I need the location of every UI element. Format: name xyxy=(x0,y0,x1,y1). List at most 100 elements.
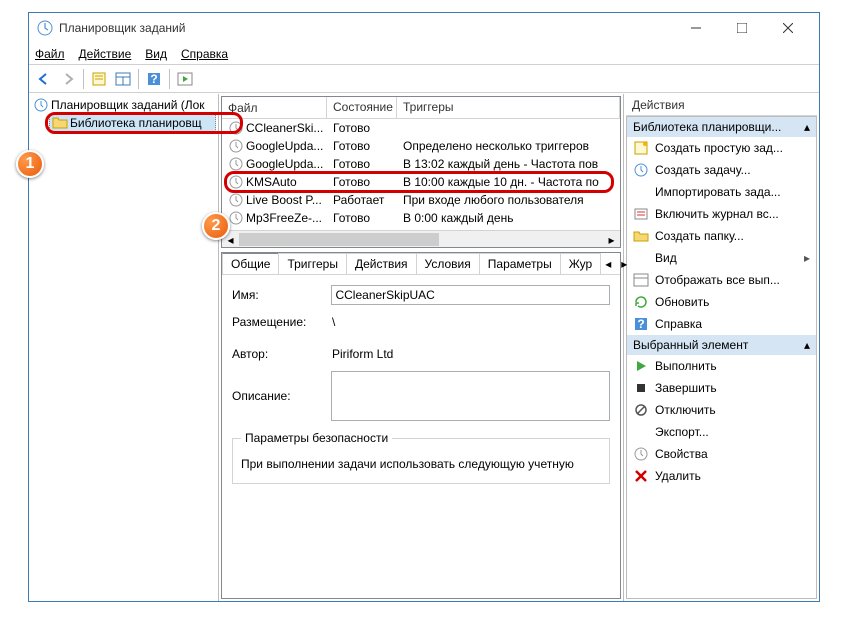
col-state[interactable]: Состояние xyxy=(327,97,397,119)
disable-icon xyxy=(633,402,649,418)
svg-text:?: ? xyxy=(150,72,157,86)
maximize-button[interactable] xyxy=(719,13,765,43)
name-field[interactable] xyxy=(331,285,610,305)
details-panel: Общие Триггеры Действия Условия Параметр… xyxy=(221,252,621,599)
history-icon xyxy=(633,206,649,222)
action-enable-history[interactable]: Включить журнал вс... xyxy=(627,203,816,225)
tree-panel: Планировщик заданий (Лок Библиотека план… xyxy=(29,94,219,601)
actions-panel: Действия Библиотека планировщи... ▴ Созд… xyxy=(624,94,819,601)
tab-journal[interactable]: Жур xyxy=(560,253,601,274)
tab-triggers[interactable]: Триггеры xyxy=(278,253,347,274)
action-create-task[interactable]: Создать задачу... xyxy=(627,159,816,181)
author-label: Автор: xyxy=(232,347,332,361)
action-run[interactable]: Выполнить xyxy=(627,355,816,377)
content: Планировщик заданий (Лок Библиотека план… xyxy=(29,93,819,601)
help-button[interactable]: ? xyxy=(143,68,165,90)
action-refresh[interactable]: Обновить xyxy=(627,291,816,313)
security-text: При выполнении задачи использовать следу… xyxy=(241,453,601,475)
delete-icon xyxy=(633,468,649,484)
tree-root[interactable]: Планировщик заданий (Лок xyxy=(31,96,216,114)
actions-group-library[interactable]: Библиотека планировщи... ▴ xyxy=(627,117,816,137)
tree-library-label: Библиотека планировщ xyxy=(70,116,202,130)
menu-action[interactable]: Действие xyxy=(79,47,132,61)
task-row[interactable]: GoogleUpda...ГотовоВ 13:02 каждый день -… xyxy=(222,155,620,173)
callout-2: 2 xyxy=(202,212,230,240)
scroll-thumb[interactable] xyxy=(239,233,439,246)
forward-button[interactable] xyxy=(57,68,79,90)
actions-header: Действия xyxy=(626,96,817,116)
task-row[interactable]: Mp3FreeZe-...ГотовоВ 0:00 каждый день xyxy=(222,209,620,227)
task-body: CCleanerSki...Готово GoogleUpda...Готово… xyxy=(222,119,620,230)
refresh-icon xyxy=(633,294,649,310)
actions-group-selected[interactable]: Выбранный элемент ▴ xyxy=(627,335,816,355)
menu-help[interactable]: Справка xyxy=(181,47,228,61)
action-create-basic-task[interactable]: Создать простую зад... xyxy=(627,137,816,159)
security-legend: Параметры безопасности xyxy=(241,431,392,445)
tree-root-label: Планировщик заданий (Лок xyxy=(51,98,205,112)
col-triggers[interactable]: Триггеры xyxy=(397,97,620,119)
app-icon xyxy=(37,20,53,36)
security-group: Параметры безопасности При выполнении за… xyxy=(232,431,610,484)
task-header: Файл Состояние Триггеры xyxy=(222,97,620,119)
menubar: Файл Действие Вид Справка xyxy=(29,43,819,65)
window-buttons xyxy=(673,13,811,43)
tab-nav-left-icon[interactable]: ◂ xyxy=(600,253,616,274)
action-properties[interactable]: Свойства xyxy=(627,443,816,465)
menu-file[interactable]: Файл xyxy=(35,47,65,61)
col-file[interactable]: Файл xyxy=(222,97,327,119)
action-view[interactable]: Вид▸ xyxy=(627,247,816,269)
location-value: \ xyxy=(332,315,610,329)
menu-view[interactable]: Вид xyxy=(145,47,167,61)
action-import-task[interactable]: Импортировать зада... xyxy=(627,181,816,203)
play-icon xyxy=(633,358,649,374)
description-field[interactable] xyxy=(331,371,610,421)
titlebar: Планировщик заданий xyxy=(29,13,819,43)
collapse-icon[interactable]: ▴ xyxy=(804,338,810,352)
tab-actions[interactable]: Действия xyxy=(346,253,417,274)
chevron-right-icon: ▸ xyxy=(804,251,810,265)
window-title: Планировщик заданий xyxy=(59,21,673,35)
folder-icon xyxy=(52,115,68,131)
action-new-folder[interactable]: Создать папку... xyxy=(627,225,816,247)
import-icon xyxy=(633,184,649,200)
scroll-right-icon[interactable]: ▸ xyxy=(603,231,620,248)
minimize-button[interactable] xyxy=(673,13,719,43)
tab-general[interactable]: Общие xyxy=(222,253,279,274)
action-end[interactable]: Завершить xyxy=(627,377,816,399)
stop-icon xyxy=(633,380,649,396)
properties-button[interactable] xyxy=(88,68,110,90)
tree-library[interactable]: Библиотека планировщ xyxy=(49,114,216,132)
task-row[interactable]: Live Boost P...РаботаетПри входе любого … xyxy=(222,191,620,209)
tab-nav-right-icon[interactable]: ▸ xyxy=(616,253,632,274)
help-icon: ? xyxy=(633,316,649,332)
action-delete[interactable]: Удалить xyxy=(627,465,816,487)
close-button[interactable] xyxy=(765,13,811,43)
action-help[interactable]: ?Справка xyxy=(627,313,816,335)
new-folder-icon xyxy=(633,228,649,244)
collapse-icon[interactable]: ▴ xyxy=(804,120,810,134)
task-row[interactable]: KMSAutoГотовоВ 10:00 каждые 10 дн. - Час… xyxy=(222,173,620,191)
task-icon xyxy=(633,162,649,178)
tabs: Общие Триггеры Действия Условия Параметр… xyxy=(222,253,620,275)
tab-settings[interactable]: Параметры xyxy=(479,253,561,274)
run-button[interactable] xyxy=(174,68,196,90)
details-pane-button[interactable] xyxy=(112,68,134,90)
description-label: Описание: xyxy=(232,389,331,403)
action-disable[interactable]: Отключить xyxy=(627,399,816,421)
hscrollbar[interactable]: ◂ ▸ xyxy=(222,230,620,247)
properties-icon xyxy=(633,446,649,462)
author-value: Piriform Ltd xyxy=(332,347,610,361)
callout-1: 1 xyxy=(16,150,44,178)
task-row[interactable]: GoogleUpda...ГотовоОпределено несколько … xyxy=(222,137,620,155)
middle-panel: Файл Состояние Триггеры CCleanerSki...Го… xyxy=(219,94,624,601)
task-row[interactable]: CCleanerSki...Готово xyxy=(222,119,620,137)
action-export[interactable]: Экспорт... xyxy=(627,421,816,443)
running-icon xyxy=(633,272,649,288)
wizard-icon xyxy=(633,140,649,156)
action-show-all-running[interactable]: Отображать все вып... xyxy=(627,269,816,291)
location-label: Размещение: xyxy=(232,315,332,329)
back-button[interactable] xyxy=(33,68,55,90)
export-icon xyxy=(633,424,649,440)
tab-conditions[interactable]: Условия xyxy=(416,253,480,274)
svg-text:?: ? xyxy=(637,317,644,331)
